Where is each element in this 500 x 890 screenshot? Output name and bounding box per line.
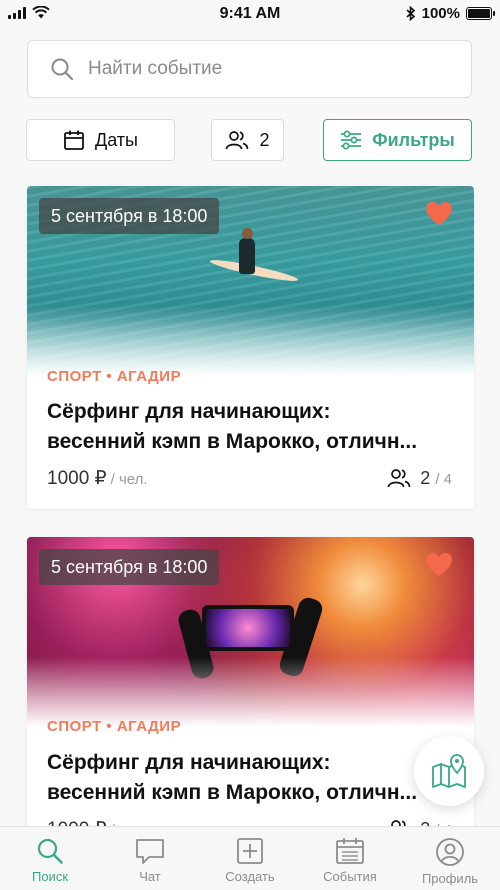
dates-button[interactable]: Даты bbox=[26, 119, 175, 161]
search-input[interactable]: Найти событие bbox=[27, 40, 472, 98]
event-card[interactable]: 5 сентября в 18:00 СПОРТ • АГАДИР Сёрфин… bbox=[27, 186, 474, 509]
tab-create[interactable]: Создать bbox=[200, 827, 300, 890]
status-bar: 9:41 AM 100% bbox=[0, 0, 500, 30]
search-icon bbox=[37, 838, 63, 864]
event-category: СПОРТ • АГАДИР bbox=[47, 368, 182, 385]
add-icon bbox=[237, 838, 263, 864]
event-title: Сёрфинг для начинающих: весенний кэмп в … bbox=[47, 397, 457, 457]
event-title: Сёрфинг для начинающих: весенний кэмп в … bbox=[47, 748, 457, 808]
bluetooth-icon bbox=[406, 6, 415, 21]
filters-button[interactable]: Фильтры bbox=[323, 119, 472, 161]
battery-icon bbox=[466, 7, 495, 20]
dates-label: Даты bbox=[95, 129, 138, 150]
event-price-value: 1000 ₽ bbox=[47, 468, 107, 489]
calendar-icon bbox=[336, 838, 364, 864]
people-icon bbox=[226, 131, 249, 150]
calendar-icon bbox=[64, 130, 84, 150]
chat-icon bbox=[136, 839, 164, 864]
event-price-unit: / чел. bbox=[110, 471, 148, 488]
event-title-line1: Сёрфинг для начинающих: bbox=[47, 751, 331, 774]
event-date-badge: 5 сентября в 18:00 bbox=[39, 549, 220, 585]
tab-events-label: События bbox=[323, 869, 377, 884]
people-count-button[interactable]: 2 bbox=[211, 119, 284, 161]
event-date-badge: 5 сентября в 18:00 bbox=[39, 198, 220, 234]
people-count: 2 bbox=[259, 129, 270, 150]
event-participants: 2 / 4 bbox=[386, 467, 452, 489]
event-title-line2: весенний кэмп в Марокко, отличн... bbox=[47, 430, 418, 453]
tab-events[interactable]: События bbox=[300, 827, 400, 890]
favorite-heart-icon[interactable] bbox=[424, 200, 454, 227]
favorite-heart-icon[interactable] bbox=[424, 551, 454, 578]
battery-percent: 100% bbox=[421, 5, 460, 22]
participants-current: 2 bbox=[420, 467, 431, 488]
tab-bar: Поиск Чат Создать События Профиль bbox=[0, 826, 500, 890]
tab-profile[interactable]: Профиль bbox=[400, 827, 500, 890]
tab-create-label: Создать bbox=[225, 869, 275, 884]
filters-label: Фильтры bbox=[372, 129, 455, 150]
event-price: 1000 ₽/ чел. bbox=[47, 467, 148, 490]
search-icon bbox=[51, 58, 74, 81]
sliders-icon bbox=[341, 130, 362, 150]
event-title-line2: весенний кэмп в Марокко, отличн... bbox=[47, 781, 418, 804]
tab-chat-label: Чат bbox=[139, 869, 161, 884]
event-card[interactable]: 5 сентября в 18:00 СПОРТ • АГАДИР Сёрфин… bbox=[27, 537, 474, 837]
tab-search-label: Поиск bbox=[31, 869, 69, 884]
tab-search[interactable]: Поиск bbox=[0, 827, 100, 890]
profile-icon bbox=[436, 838, 464, 866]
people-icon bbox=[387, 469, 411, 488]
event-category: СПОРТ • АГАДИР bbox=[47, 718, 182, 735]
event-title-line1: Сёрфинг для начинающих: bbox=[47, 400, 331, 423]
tab-profile-label: Профиль bbox=[421, 871, 479, 886]
tab-chat[interactable]: Чат bbox=[100, 827, 200, 890]
search-placeholder: Найти событие bbox=[88, 58, 223, 79]
participants-max: / 4 bbox=[435, 470, 452, 488]
